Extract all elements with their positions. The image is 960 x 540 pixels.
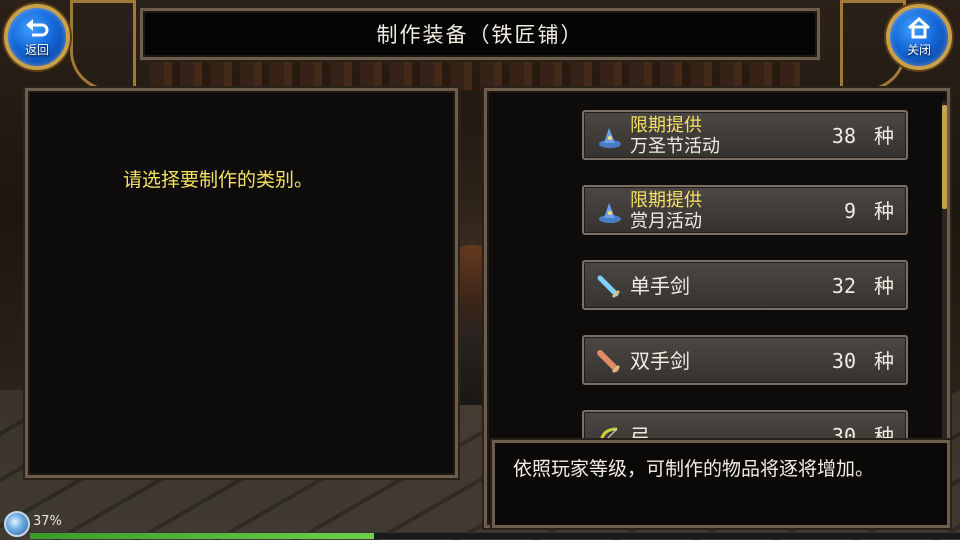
window-title: 制作装备（铁匠铺） xyxy=(376,23,584,47)
category-name: 赏月活动 xyxy=(630,211,702,232)
info-tooltip: 依照玩家等级，可制作的物品将逐将增加。 xyxy=(492,440,950,528)
count-unit: 种 xyxy=(874,349,894,373)
scrollbar-thumb[interactable] xyxy=(942,105,947,209)
category-name: 双手剑 xyxy=(630,349,690,373)
status-orb-icon xyxy=(4,511,30,537)
category-item-halloween[interactable]: 限期提供 万圣节活动 38 种 xyxy=(582,110,908,160)
left-panel: 请选择要制作的类别。 xyxy=(25,88,458,478)
count-unit: 种 xyxy=(874,124,894,148)
category-item-two-handed-sword[interactable]: 双手剑 30 种 xyxy=(582,335,908,385)
close-button[interactable]: 关闭 xyxy=(886,4,952,70)
count-unit: 种 xyxy=(874,199,894,223)
category-item-moon-festival[interactable]: 限期提供 赏月活动 9 种 xyxy=(582,185,908,235)
select-category-prompt: 请选择要制作的类别。 xyxy=(123,169,314,191)
item-count: 32 xyxy=(831,274,856,298)
experience-bar xyxy=(30,532,960,539)
title-bar: 制作装备（铁匠铺） xyxy=(140,8,820,60)
home-icon xyxy=(907,16,931,38)
hat-icon xyxy=(599,203,621,223)
category-item-one-handed-sword[interactable]: 单手剑 32 种 xyxy=(582,260,908,310)
progress-percent: 37% xyxy=(33,514,62,529)
back-button-label: 返回 xyxy=(24,42,49,57)
item-count: 30 xyxy=(831,349,856,373)
close-button-label: 关闭 xyxy=(906,42,931,57)
tooltip-text: 依照玩家等级，可制作的物品将逐将增加。 xyxy=(513,458,875,480)
hat-icon xyxy=(599,128,621,148)
item-count: 38 xyxy=(831,124,856,148)
greatsword-icon xyxy=(597,350,621,374)
limited-tag: 限期提供 xyxy=(630,190,702,211)
count-unit: 种 xyxy=(874,274,894,298)
category-name: 单手剑 xyxy=(630,274,690,298)
left-ornament xyxy=(70,0,136,91)
experience-bar-fill xyxy=(30,533,375,539)
category-name: 万圣节活动 xyxy=(630,136,720,157)
back-button[interactable]: 返回 xyxy=(4,4,70,70)
bookshelf xyxy=(150,60,800,90)
item-count: 9 xyxy=(843,199,856,223)
return-arrow-icon xyxy=(26,18,49,36)
sword-icon xyxy=(597,275,621,299)
limited-tag: 限期提供 xyxy=(630,115,702,136)
